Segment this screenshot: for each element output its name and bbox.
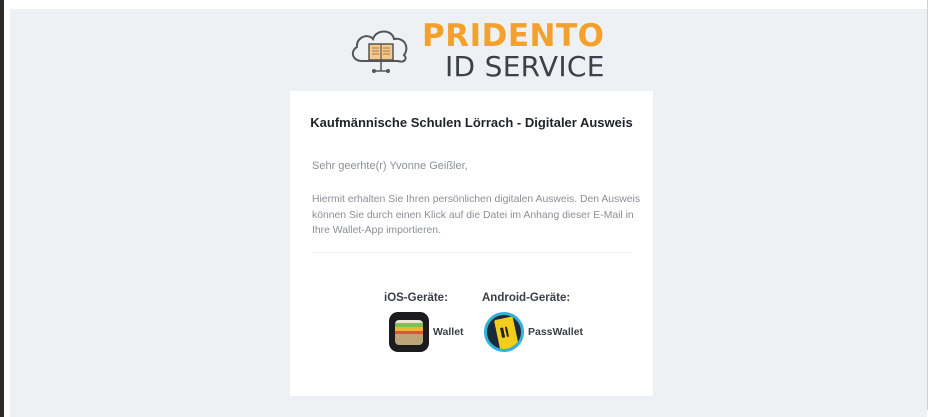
window-right-edge: [927, 0, 928, 410]
email-card: Kaufmännische Schulen Lörrach - Digitale…: [290, 91, 653, 396]
cloud-book-icon: [351, 30, 408, 73]
android-devices-label: Android-Geräte:: [482, 292, 571, 304]
wallet-app-link[interactable]: Wallet: [389, 310, 464, 354]
email-title: Kaufmännische Schulen Lörrach - Digitale…: [310, 115, 633, 130]
passwallet-app-link[interactable]: PassWallet: [484, 310, 583, 354]
logo-brand-line1: PRIDENTO: [422, 18, 605, 54]
wallet-app-name: Wallet: [433, 326, 464, 338]
divider: [312, 252, 632, 253]
email-greeting: Sehr geerhte(r) Yvonne Geißler,: [312, 160, 468, 172]
passwallet-icon: [484, 312, 524, 352]
apple-wallet-icon: [389, 312, 429, 352]
logo-brand-line2: ID SERVICE: [445, 50, 605, 83]
email-body: Hiermit erhalten Sie Ihren persönlichen …: [312, 194, 641, 236]
email-canvas: PRIDENTO ID SERVICE Kaufmännische Schule…: [10, 9, 927, 417]
passwallet-app-name: PassWallet: [528, 326, 584, 338]
ios-devices-label: iOS-Geräte:: [384, 292, 448, 304]
pridento-logo: PRIDENTO ID SERVICE: [348, 17, 618, 89]
window-left-edge: [0, 0, 4, 417]
